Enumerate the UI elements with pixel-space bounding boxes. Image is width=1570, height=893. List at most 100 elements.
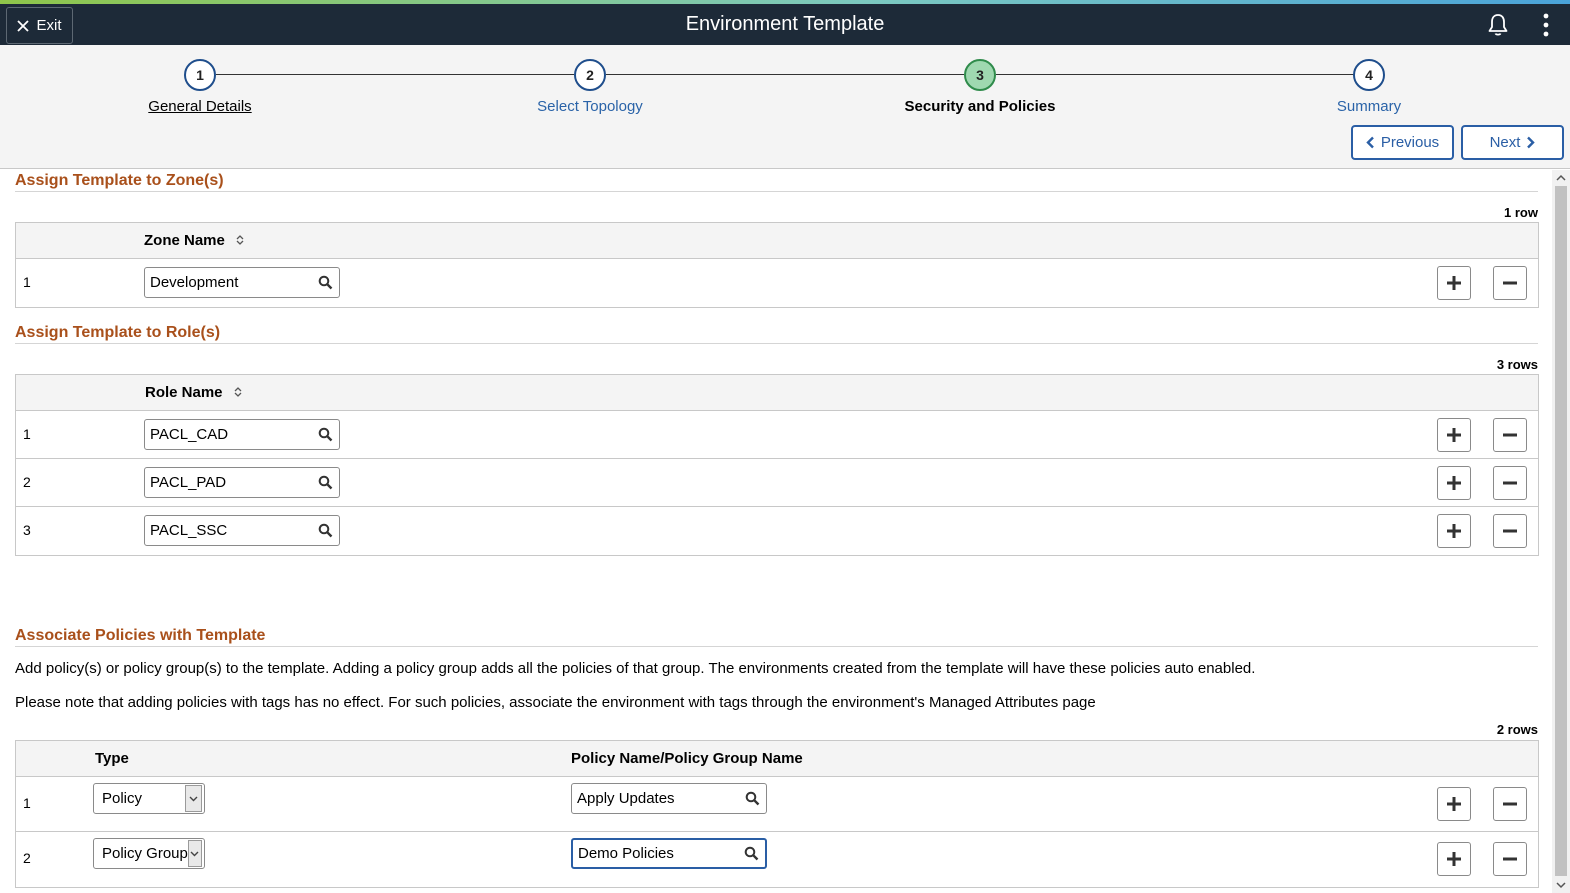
row-number: 1 — [23, 795, 31, 811]
grid-header: Role Name — [16, 375, 1538, 411]
add-row-button[interactable] — [1437, 266, 1471, 300]
chevron-right-icon — [1527, 136, 1536, 149]
roles-grid: Role Name 1 PACL_CAD 2 PACL_PAD 3 PACL_S… — [15, 374, 1539, 556]
step-3-circle: 3 — [964, 59, 996, 91]
table-row: 1 PACL_CAD — [16, 411, 1538, 459]
search-icon[interactable] — [311, 468, 339, 497]
section-divider — [15, 343, 1538, 344]
role-name-field[interactable]: PACL_SSC — [144, 515, 340, 546]
type-select[interactable]: Policy — [93, 783, 205, 814]
delete-row-button[interactable] — [1493, 842, 1527, 876]
step-1-circle[interactable]: 1 — [184, 59, 216, 91]
type-header: Type — [95, 750, 129, 767]
sort-icon — [234, 387, 242, 397]
table-row: 1 Development — [16, 259, 1538, 307]
minus-icon — [1503, 529, 1517, 533]
role-name-value: PACL_PAD — [150, 474, 227, 491]
search-icon[interactable] — [311, 516, 339, 545]
zones-section-title: Assign Template to Zone(s) — [15, 172, 224, 189]
table-row: 2 PACL_PAD — [16, 459, 1538, 507]
section-divider — [15, 646, 1538, 647]
table-row: 1 Policy Apply Updates — [16, 777, 1538, 832]
role-name-header[interactable]: Role Name — [145, 384, 243, 401]
policy-name-value: Apply Updates — [577, 790, 675, 807]
plus-icon — [1447, 476, 1461, 490]
zone-name-field[interactable]: Development — [144, 267, 340, 298]
minus-icon — [1503, 802, 1517, 806]
type-select[interactable]: Policy Group — [93, 838, 205, 869]
delete-row-button[interactable] — [1493, 466, 1527, 500]
plus-icon — [1447, 276, 1461, 290]
roles-section-title: Assign Template to Role(s) — [15, 324, 221, 341]
scroll-up-arrow-icon[interactable] — [1556, 173, 1566, 183]
previous-button[interactable]: Previous — [1351, 125, 1454, 160]
delete-row-button[interactable] — [1493, 514, 1527, 548]
search-icon[interactable] — [738, 784, 766, 813]
train-connector — [606, 74, 964, 75]
policy-name-header: Policy Name/Policy Group Name — [571, 750, 803, 767]
plus-icon — [1447, 852, 1461, 866]
grid-header: Type Policy Name/Policy Group Name — [16, 741, 1538, 777]
step-3-label: Security and Policies — [904, 98, 1056, 115]
delete-row-button[interactable] — [1493, 266, 1527, 300]
table-row: 2 Policy Group Demo Policies — [16, 832, 1538, 887]
minus-icon — [1503, 281, 1517, 285]
add-row-button[interactable] — [1437, 514, 1471, 548]
zones-grid: Zone Name 1 Development — [15, 222, 1539, 308]
train-connector — [996, 74, 1354, 75]
page-title: Environment Template — [685, 13, 885, 35]
step-4-label[interactable]: Summary — [1249, 98, 1489, 115]
dropdown-arrow-icon — [185, 785, 202, 812]
chevron-left-icon — [1366, 136, 1374, 149]
plus-icon — [1447, 428, 1461, 442]
plus-icon — [1447, 524, 1461, 538]
zones-row-count: 1 row — [1504, 205, 1538, 220]
section-divider — [15, 191, 1538, 192]
search-icon[interactable] — [311, 420, 339, 449]
zone-name-header-label: Zone Name — [144, 232, 225, 249]
step-1-label[interactable]: General Details — [80, 98, 320, 115]
minus-icon — [1503, 481, 1517, 485]
step-2-label[interactable]: Select Topology — [470, 98, 710, 115]
row-number: 2 — [23, 474, 31, 490]
policy-name-value: Demo Policies — [578, 845, 674, 862]
delete-row-button[interactable] — [1493, 787, 1527, 821]
minus-icon — [1503, 433, 1517, 437]
zone-name-header[interactable]: Zone Name — [144, 232, 245, 249]
table-row: 3 PACL_SSC — [16, 507, 1538, 555]
minus-icon — [1503, 857, 1517, 861]
delete-row-button[interactable] — [1493, 418, 1527, 452]
zone-name-value: Development — [150, 274, 239, 291]
role-name-value: PACL_SSC — [150, 522, 228, 539]
policies-row-count: 2 rows — [1496, 722, 1538, 737]
train-connector — [216, 74, 574, 75]
add-row-button[interactable] — [1437, 842, 1471, 876]
role-name-field[interactable]: PACL_CAD — [144, 419, 340, 450]
step-train: 1 2 3 4 General Details Select Topology … — [0, 45, 1570, 169]
add-row-button[interactable] — [1437, 787, 1471, 821]
policy-name-field[interactable]: Apply Updates — [571, 783, 767, 814]
scroll-down-arrow-icon[interactable] — [1556, 880, 1566, 890]
role-name-field[interactable]: PACL_PAD — [144, 467, 340, 498]
row-number: 1 — [23, 426, 31, 442]
previous-label: Previous — [1380, 134, 1440, 151]
row-number: 2 — [23, 850, 31, 866]
step-2-circle[interactable]: 2 — [574, 59, 606, 91]
kebab-menu-icon[interactable] — [1540, 12, 1552, 38]
search-icon[interactable] — [311, 268, 339, 297]
policies-description-1: Add policy(s) or policy group(s) to the … — [15, 660, 1256, 677]
type-select-value: Policy — [102, 790, 143, 807]
next-button[interactable]: Next — [1461, 125, 1564, 160]
bell-icon[interactable] — [1487, 13, 1509, 37]
policies-description-2: Please note that adding policies with ta… — [15, 694, 1096, 711]
row-number: 3 — [23, 522, 31, 538]
step-4-circle[interactable]: 4 — [1353, 59, 1385, 91]
role-name-value: PACL_CAD — [150, 426, 229, 443]
search-icon[interactable] — [737, 839, 765, 868]
add-row-button[interactable] — [1437, 418, 1471, 452]
policy-name-field[interactable]: Demo Policies — [571, 838, 767, 869]
add-row-button[interactable] — [1437, 466, 1471, 500]
plus-icon — [1447, 797, 1461, 811]
roles-row-count: 3 rows — [1496, 357, 1538, 372]
scrollbar-thumb[interactable] — [1555, 186, 1567, 876]
